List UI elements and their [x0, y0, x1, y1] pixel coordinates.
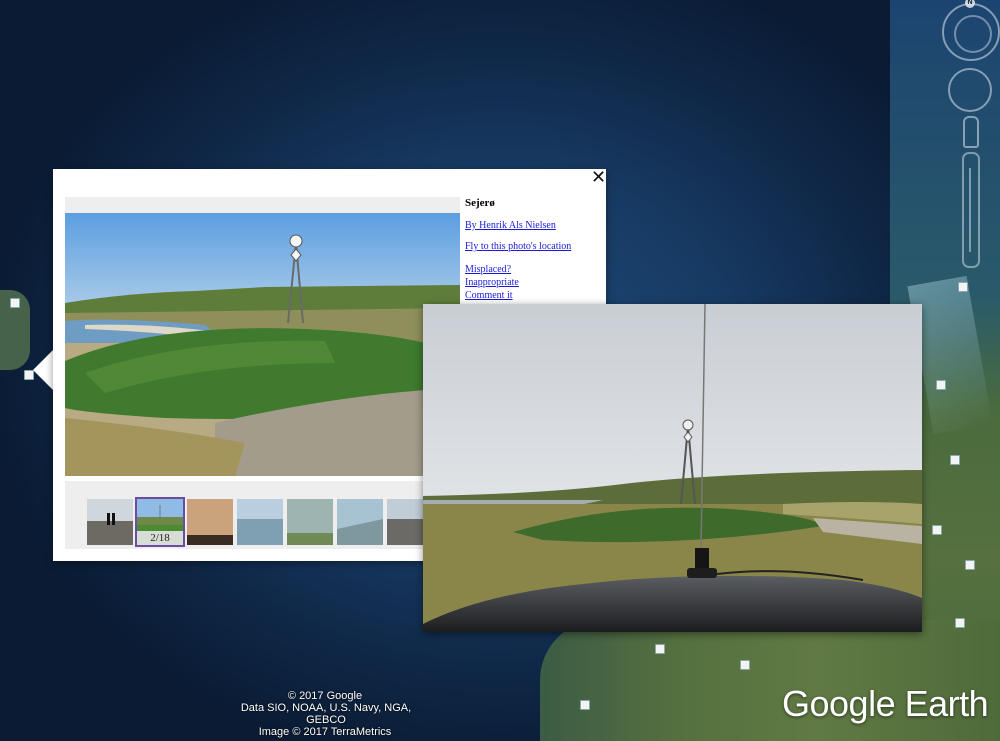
zoom-slider[interactable] [962, 152, 980, 268]
photo-marker[interactable] [955, 618, 965, 628]
look-joystick[interactable] [948, 68, 992, 112]
fly-to-location-link[interactable]: Fly to this photo's location [465, 240, 595, 253]
main-photo-image [65, 213, 460, 476]
photo-marker[interactable] [655, 644, 665, 654]
thumbnail-image [337, 499, 383, 545]
photo-marker[interactable] [936, 380, 946, 390]
data-attribution: Data SIO, NOAA, U.S. Navy, NGA, GEBCO [240, 702, 412, 726]
thumbnail-7[interactable] [387, 499, 427, 545]
balloon-pointer [33, 350, 53, 390]
photo-info-panel: Sejerø By Henrik Als Nielsen Fly to this… [465, 197, 595, 302]
photo-marker[interactable] [958, 282, 968, 292]
google-earth-logo: Google Earth [782, 683, 989, 724]
thumbnail-strip: 2/18 [65, 481, 460, 549]
photo-marker[interactable] [580, 700, 590, 710]
thumbnail-image [387, 499, 427, 545]
thumbnail-6[interactable] [337, 499, 383, 545]
photo-marker[interactable] [950, 455, 960, 465]
photo-marker[interactable] [965, 560, 975, 570]
thumbnail-2-selected[interactable]: 2/18 [135, 497, 185, 547]
close-icon[interactable]: ✕ [591, 169, 606, 187]
photo-counter: 2/18 [137, 531, 183, 545]
photo-marker[interactable] [740, 660, 750, 670]
pegman-icon[interactable] [963, 116, 979, 148]
thumbnail-image [87, 499, 133, 545]
comment-link[interactable]: Comment it [465, 289, 595, 302]
compass-control[interactable] [942, 3, 1000, 61]
thumbnail-5[interactable] [287, 499, 333, 545]
copyright-google: © 2017 Google [287, 690, 363, 702]
thumbnail-image [237, 499, 283, 545]
inappropriate-link[interactable]: Inappropriate [465, 276, 595, 289]
enlarged-photo-preview[interactable] [423, 304, 922, 632]
compass-inner-ring [954, 15, 992, 53]
photo-header-strip [65, 197, 460, 213]
enlarged-photo-image [423, 304, 922, 632]
thumbnail-1[interactable] [87, 499, 133, 545]
thumbnail-4[interactable] [237, 499, 283, 545]
imagery-attribution: Image © 2017 TerraMetrics [258, 726, 392, 738]
thumbnail-image [187, 499, 233, 545]
photo-marker[interactable] [932, 525, 942, 535]
misplaced-link[interactable]: Misplaced? [465, 263, 595, 276]
thumbnail-3[interactable] [187, 499, 233, 545]
main-photo[interactable] [65, 213, 460, 476]
photo-title: Sejerø [465, 197, 495, 209]
photo-marker[interactable] [10, 298, 20, 308]
author-link[interactable]: By Henrik Als Nielsen [465, 219, 595, 232]
thumbnail-image [287, 499, 333, 545]
